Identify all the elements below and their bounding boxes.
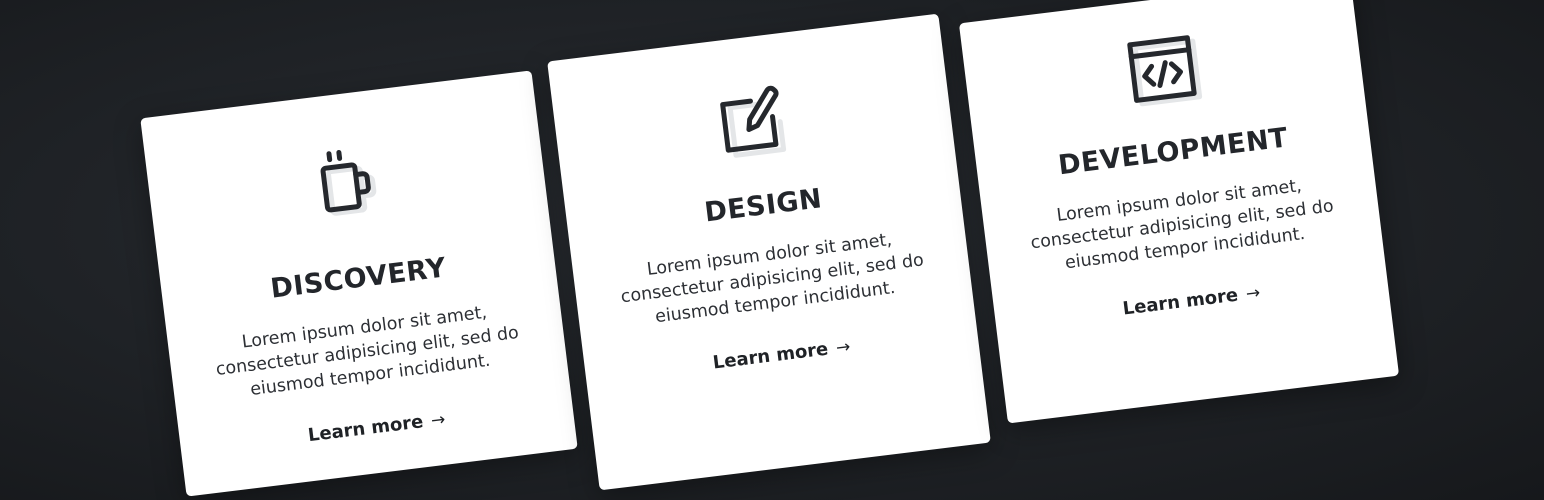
card-development: DEVELOPMENT Lorem ipsum dolor sit amet, … [958,0,1400,424]
card-description: Lorem ipsum dolor sit amet, consectetur … [214,302,520,400]
arrow-right-icon: → [834,336,852,358]
arrow-right-icon: → [429,409,447,431]
card-title: DEVELOPMENT [1056,122,1290,182]
pencil-square-icon [713,81,793,161]
learn-more-link[interactable]: Learn more → [1121,282,1262,320]
card-title: DISCOVERY [268,252,448,305]
arrow-right-icon: → [1244,282,1262,304]
learn-more-link[interactable]: Learn more → [306,409,447,447]
learn-more-label: Learn more [711,338,830,374]
card-discovery: DISCOVERY Lorem ipsum dolor sit amet, co… [140,70,578,497]
learn-more-label: Learn more [306,411,425,447]
card-design: DESIGN Lorem ipsum dolor sit amet, conse… [547,13,991,491]
card-description: Lorem ipsum dolor sit amet, consectetur … [1029,176,1335,274]
learn-more-label: Learn more [1121,284,1240,320]
card-content: DISCOVERY Lorem ipsum dolor sit amet, co… [147,122,574,462]
card-content: DESIGN Lorem ipsum dolor sit amet, conse… [553,61,978,389]
card-title: DESIGN [702,183,824,229]
mug-icon [306,142,386,222]
feature-cards-section: DISCOVERY Lorem ipsum dolor sit amet, co… [0,0,1544,500]
card-content: DEVELOPMENT Lorem ipsum dolor sit amet, … [963,9,1388,335]
learn-more-link[interactable]: Learn more → [711,336,852,374]
card-description: Lorem ipsum dolor sit amet, consectetur … [619,230,925,328]
code-window-icon [1123,29,1203,109]
